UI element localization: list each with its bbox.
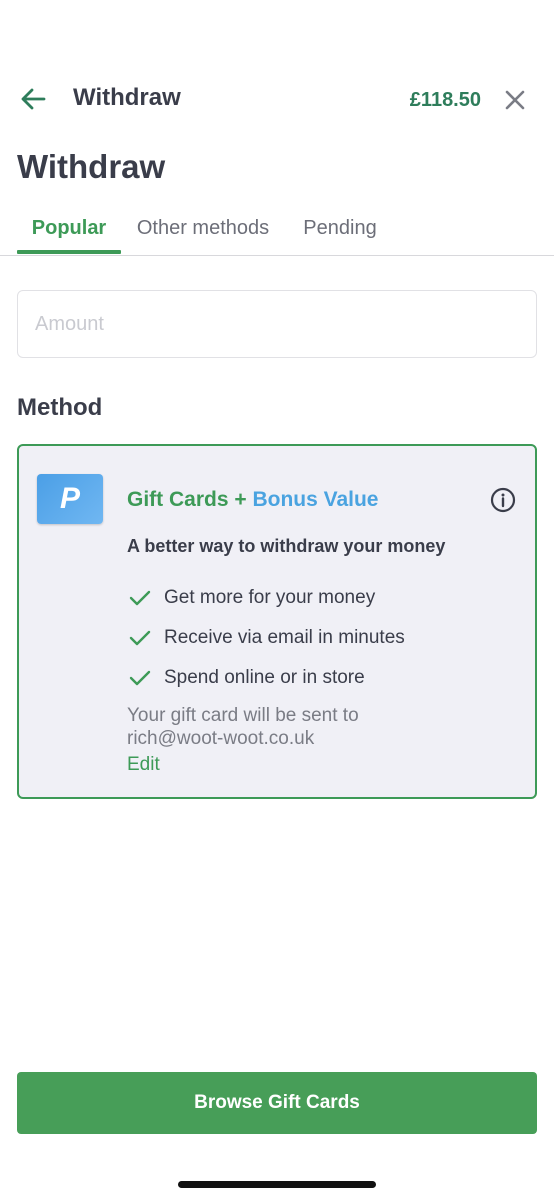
check-icon <box>129 586 153 610</box>
amount-input[interactable] <box>17 290 537 358</box>
arrow-left-icon <box>21 88 46 110</box>
tab-popular[interactable]: Popular <box>17 200 121 256</box>
method-section-label: Method <box>17 394 103 421</box>
method-title-bonus-value: Bonus Value <box>252 488 379 511</box>
feature-list: Get more for your money Receive via emai… <box>129 578 405 698</box>
check-icon <box>129 666 153 690</box>
feature-label: Get more for your money <box>164 587 376 608</box>
header-title: Withdraw <box>73 84 181 111</box>
tab-pending[interactable]: Pending <box>296 200 384 256</box>
close-button[interactable] <box>500 85 530 115</box>
browse-gift-cards-button[interactable]: Browse Gift Cards <box>17 1072 537 1134</box>
page-title: Withdraw <box>17 148 166 185</box>
feature-label: Spend online or in store <box>164 667 365 688</box>
home-indicator <box>178 1181 376 1188</box>
check-icon <box>129 626 153 650</box>
header-bar: Withdraw £118.50 <box>0 70 554 126</box>
feature-label: Receive via email in minutes <box>164 627 405 648</box>
active-tab-indicator <box>17 250 121 254</box>
method-subtitle: A better way to withdraw your money <box>127 536 446 556</box>
close-icon <box>505 90 525 110</box>
method-title: Gift Cards + Bonus Value <box>127 488 378 512</box>
tab-bar: Popular Other methods Pending <box>0 200 554 256</box>
method-title-gift-cards: Gift Cards + <box>127 488 253 511</box>
info-button[interactable] <box>489 486 517 514</box>
info-icon <box>490 487 516 513</box>
list-item: Receive via email in minutes <box>129 618 405 658</box>
gift-card-logo: P <box>37 474 103 524</box>
back-button[interactable] <box>16 82 50 116</box>
list-item: Get more for your money <box>129 578 405 618</box>
edit-email-link[interactable]: Edit <box>127 754 160 776</box>
withdraw-screen: Withdraw £118.50 Withdraw Popular Other … <box>0 0 554 1200</box>
tab-other-methods[interactable]: Other methods <box>130 200 276 256</box>
gift-card-logo-letter: P <box>59 482 80 515</box>
balance-amount: £118.50 <box>409 89 481 111</box>
list-item: Spend online or in store <box>129 658 405 698</box>
gift-card-method-card[interactable]: P Gift Cards + Bonus Value A better way … <box>17 444 537 799</box>
delivery-note: Your gift card will be sent to rich@woot… <box>127 705 359 749</box>
